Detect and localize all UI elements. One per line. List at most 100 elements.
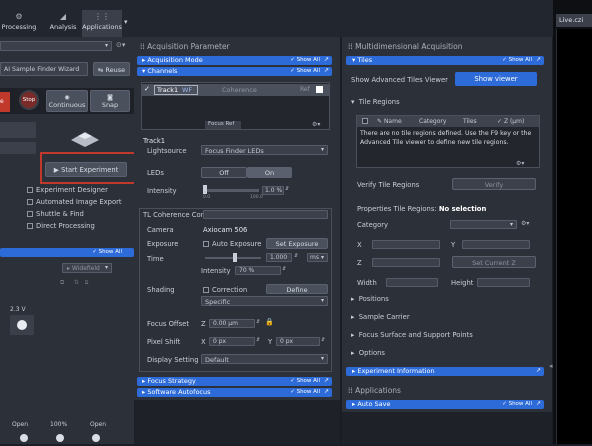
section-positions[interactable]: ▸ Positions (351, 295, 389, 303)
pin-icon[interactable]: ↗ (536, 400, 541, 407)
focus-offset-input[interactable]: 0.00 µm (209, 319, 255, 328)
section-experiment-information[interactable]: ▸ Experiment Information ↗ (346, 367, 544, 376)
show-viewer-button[interactable]: Show viewer (455, 72, 537, 86)
show-all-toggle[interactable]: ✓ Show All (502, 57, 532, 63)
select-all-checkbox[interactable] (362, 117, 371, 125)
col-tiles[interactable]: Tiles (463, 118, 477, 125)
lightpath-section-bar[interactable]: ✓ Show All (0, 248, 134, 257)
widefield-dropdown[interactable]: ▸ Widefield (62, 263, 112, 273)
time-slider-thumb[interactable] (233, 253, 237, 262)
experiment-field-2[interactable] (0, 142, 36, 154)
tile-regions-header[interactable]: ▾ Tile Regions (351, 98, 400, 106)
define-button[interactable]: Define (266, 284, 328, 294)
show-all-toggle[interactable]: ✓ Show All (290, 68, 320, 74)
camera-intensity-input[interactable]: 70 % (235, 266, 281, 275)
x-input[interactable] (372, 240, 440, 249)
category-dropdown[interactable] (450, 220, 517, 229)
time-unit-dropdown[interactable]: ms (307, 253, 328, 262)
col-z[interactable]: ✓ Z (µm) (497, 118, 524, 125)
z-input[interactable] (372, 258, 440, 267)
lock-icon[interactable]: 🔒 (265, 318, 274, 326)
pixel-shift-y-stepper[interactable]: ⇵ (321, 337, 325, 343)
option-shuttle-find[interactable]: Shuttle & Find (27, 210, 84, 218)
track-row[interactable]: ✓ Track1 WF Coherence Ref (142, 84, 329, 96)
show-all-toggle[interactable]: ✓ Show All (290, 389, 320, 395)
pin-icon[interactable]: ↗ (536, 56, 541, 63)
intensity-slider-thumb[interactable] (203, 185, 207, 194)
focus-ref-field[interactable]: Focus Ref (205, 121, 241, 129)
snap-button[interactable]: ◙ Snap (90, 90, 130, 112)
show-all-checkbox[interactable]: ✓ Show All (92, 249, 122, 255)
stop-button[interactable]: Stop (19, 90, 39, 110)
track-color-swatch[interactable] (316, 86, 323, 93)
reuse-button[interactable]: ⇆ Reuse (93, 62, 130, 76)
set-current-z-button[interactable]: Set Current Z (452, 256, 536, 268)
tab-applications[interactable]: ⋮⋮ Applications (82, 10, 122, 37)
pin-icon[interactable]: ↗ (324, 67, 329, 74)
section-software-autofocus[interactable]: ▸ Software Autofocus ✓ Show All ↗ (137, 388, 332, 397)
show-all-toggle[interactable]: ✓ Show All (290, 378, 320, 384)
option-automated-image-export[interactable]: Automated Image Export (27, 198, 122, 206)
shutter-controls[interactable] (14, 430, 114, 444)
verify-button[interactable]: Verify (452, 178, 536, 190)
section-acquisition-mode[interactable]: ▸ Acquisition Mode ✓ Show All ↗ (137, 56, 332, 65)
pin-icon[interactable]: ↗ (324, 56, 329, 63)
lightsource-dropdown[interactable]: Focus Finder LEDs (201, 145, 328, 155)
category-options-icon[interactable]: ⚙▾ (521, 220, 529, 227)
collapse-arrow-icon[interactable]: ◂ (549, 362, 553, 370)
show-all-toggle[interactable]: ✓ Show All (502, 401, 532, 407)
set-exposure-button[interactable]: Set Exposure (266, 238, 328, 249)
option-direct-processing[interactable]: Direct Processing (27, 222, 95, 230)
col-category[interactable]: Category (419, 118, 446, 125)
focus-offset-stepper[interactable]: ⇵ (256, 319, 260, 325)
chevron-down-icon[interactable]: ▾ (124, 18, 128, 26)
leds-on-button[interactable]: On (247, 167, 292, 178)
section-channels[interactable]: ▾ Channels ✓ Show All ↗ (137, 67, 332, 76)
intensity-stepper[interactable]: ⇵ (285, 186, 289, 192)
continuous-button[interactable]: ◉ Continuous (46, 90, 88, 112)
section-focus-surface[interactable]: ▸ Focus Surface and Support Points (351, 331, 473, 339)
tab-processing[interactable]: ⚙ Processing (0, 10, 38, 37)
experiment-field-1[interactable] (0, 122, 36, 138)
pin-icon[interactable]: ↗ (536, 367, 541, 374)
live-button[interactable]: e (0, 92, 10, 112)
pin-icon[interactable]: ↗ (324, 388, 329, 395)
section-tiles[interactable]: ▾ Tiles ✓ Show All ↗ (346, 56, 544, 65)
experiment-dropdown[interactable] (0, 41, 112, 51)
section-options[interactable]: ▸ Options (351, 349, 385, 357)
tab-analysis[interactable]: ◢ Analysis (44, 10, 82, 37)
time-stepper[interactable]: ⇵ (294, 253, 298, 259)
width-input[interactable] (386, 278, 438, 287)
col-name[interactable]: ✎ Name (377, 118, 402, 125)
section-sample-carrier[interactable]: ▸ Sample Carrier (351, 313, 410, 321)
section-auto-save[interactable]: ▸ Auto Save ✓ Show All ↗ (346, 400, 544, 409)
height-input[interactable] (477, 278, 530, 287)
section-focus-strategy[interactable]: ▸ Focus Strategy ✓ Show All ↗ (137, 377, 332, 386)
pin-icon[interactable]: ↗ (324, 377, 329, 384)
focus-offset-label: Focus Offset (147, 320, 189, 328)
track-options-icon[interactable]: ⚙▾ (312, 121, 320, 128)
time-input[interactable]: 1.000 (266, 253, 292, 262)
intensity-slider[interactable] (203, 189, 259, 192)
table-options-icon[interactable]: ⚙▾ (516, 160, 524, 167)
sample-finder-button[interactable]: AI Sample Finder Wizard (0, 62, 88, 76)
shading-dropdown[interactable]: Specific (201, 296, 328, 306)
options-icon[interactable]: ⊙▾ (116, 41, 125, 49)
intensity-input[interactable]: 1.0 % (262, 186, 284, 195)
lamp-icon[interactable] (10, 315, 34, 335)
tl-coherence-field[interactable] (203, 210, 328, 219)
document-tab[interactable]: Live.czi (556, 14, 592, 27)
option-experiment-designer[interactable]: Experiment Designer (27, 186, 108, 194)
auto-exposure-checkbox[interactable]: Auto Exposure (203, 240, 261, 248)
track-checkbox[interactable]: ✓ (144, 85, 150, 93)
y-input[interactable] (462, 240, 530, 249)
correction-checkbox[interactable]: Correction (203, 286, 247, 294)
image-canvas[interactable] (556, 29, 592, 444)
leds-off-button[interactable]: Off (201, 167, 247, 178)
pixel-shift-x-stepper[interactable]: ⇵ (256, 337, 260, 343)
camera-intensity-stepper[interactable]: ⇵ (282, 266, 286, 272)
pixel-shift-y-input[interactable]: 0 px (276, 337, 320, 346)
display-setting-dropdown[interactable]: Default (201, 354, 328, 364)
pixel-shift-x-input[interactable]: 0 px (209, 337, 255, 346)
show-all-toggle[interactable]: ✓ Show All (290, 57, 320, 63)
